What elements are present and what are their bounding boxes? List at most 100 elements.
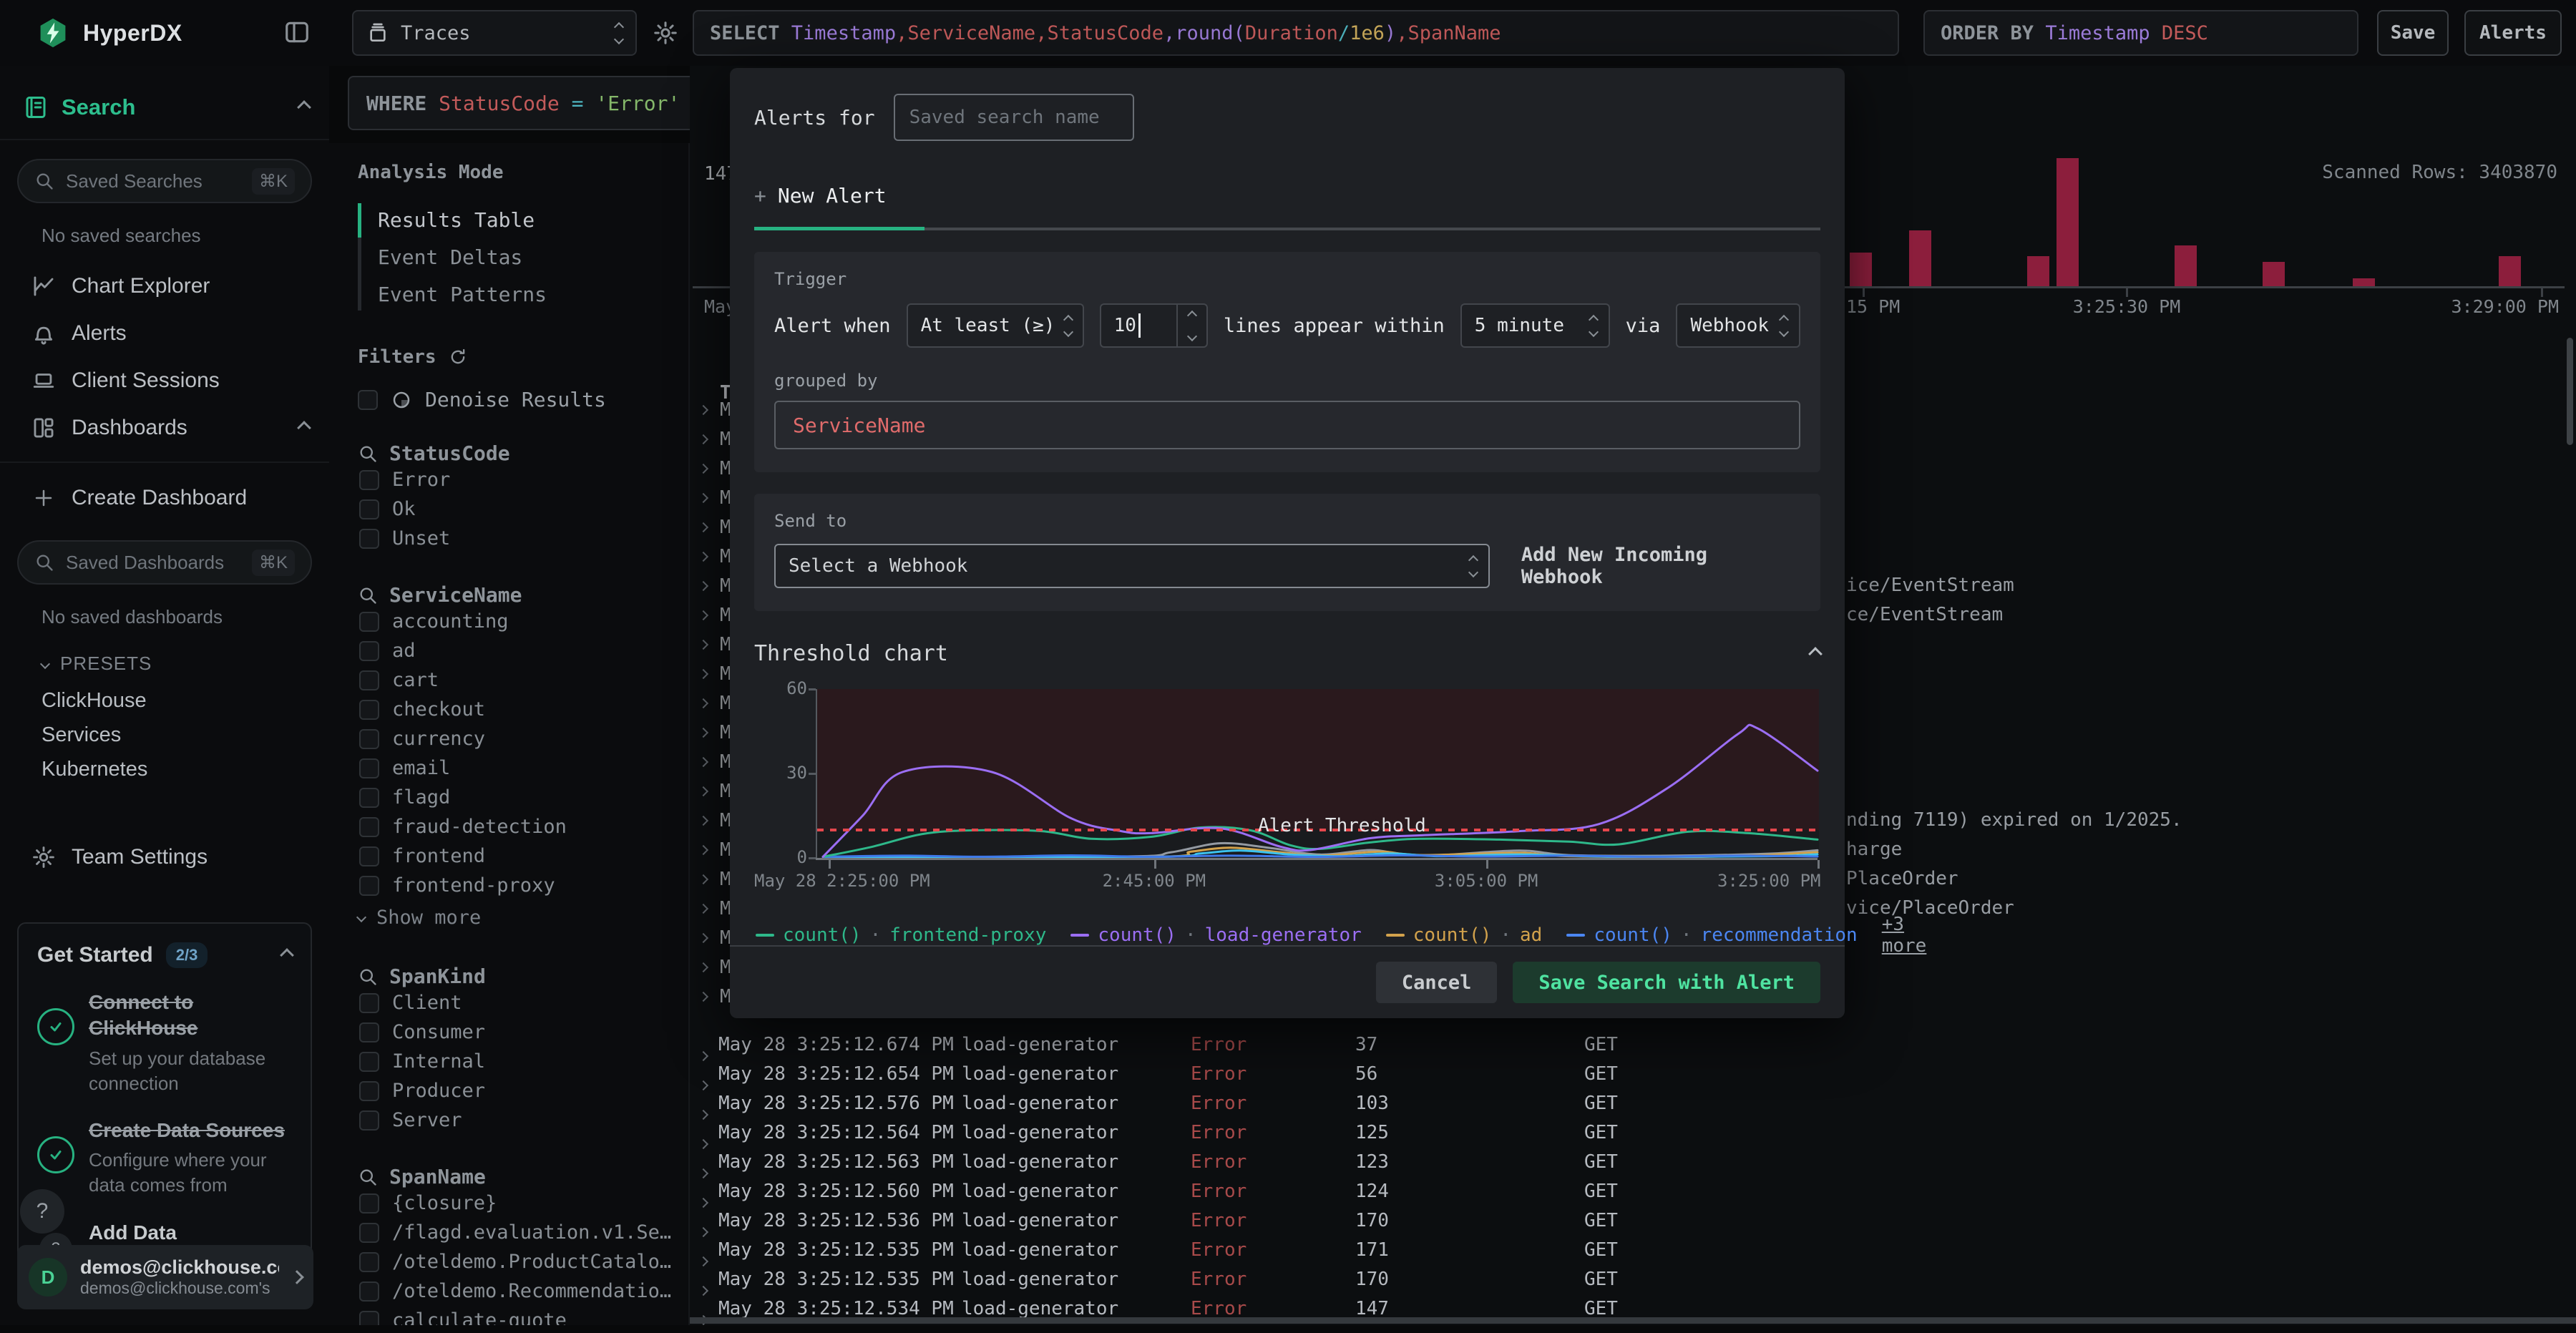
stepper-down[interactable]: [1178, 326, 1206, 346]
preset-services[interactable]: Services: [42, 718, 329, 752]
filter-checkbox[interactable]: [359, 1310, 379, 1325]
filter-checkbox[interactable]: [359, 758, 379, 778]
saved-searches-field[interactable]: [64, 169, 242, 193]
table-row-sliver[interactable]: M: [690, 982, 731, 1011]
help-button[interactable]: ?: [20, 1189, 64, 1234]
save-search-with-alert-button[interactable]: Save Search with Alert: [1513, 962, 1820, 1003]
filter-option-label[interactable]: Unset: [392, 527, 450, 550]
table-row-sliver[interactable]: M: [690, 923, 731, 952]
table-row-sliver[interactable]: M: [690, 395, 731, 424]
filter-option-label[interactable]: Client: [392, 992, 462, 1014]
search-icon[interactable]: [358, 967, 378, 987]
condition-select[interactable]: At least (≥): [906, 303, 1084, 348]
table-row-sliver[interactable]: M: [690, 659, 731, 688]
horizontal-scrollbar[interactable]: [690, 1317, 2576, 1324]
filter-checkbox[interactable]: [359, 728, 379, 749]
filter-option-label[interactable]: Consumer: [392, 1021, 485, 1043]
table-row-sliver[interactable]: M: [690, 894, 731, 923]
filter-option-label[interactable]: Error: [392, 469, 450, 491]
filter-checkbox[interactable]: [359, 1193, 379, 1214]
preset-clickhouse[interactable]: ClickHouse: [42, 683, 329, 718]
filter-option-label[interactable]: checkout: [392, 698, 485, 721]
filter-option-label[interactable]: /flagd.evaluation.v1.Se…: [392, 1221, 671, 1244]
filter-checkbox[interactable]: [359, 499, 379, 519]
filter-option-label[interactable]: Internal: [392, 1050, 485, 1073]
alerts-button[interactable]: Alerts: [2464, 10, 2562, 56]
filter-option-label[interactable]: flagd: [392, 786, 450, 809]
filter-checkbox[interactable]: [359, 1251, 379, 1272]
filter-checkbox[interactable]: [359, 469, 379, 490]
filter-option-label[interactable]: ad: [392, 640, 416, 662]
add-webhook-button[interactable]: Add New Incoming Webhook: [1521, 544, 1800, 588]
preset-kubernetes[interactable]: Kubernetes: [42, 752, 329, 786]
legend-more-button[interactable]: +3 more: [1882, 914, 1927, 957]
table-row[interactable]: May 28 3:25:12.674 PM load-generator Error…: [690, 1030, 2576, 1062]
filter-option-label[interactable]: currency: [392, 728, 485, 750]
sidebar-item-chart-explorer[interactable]: Chart Explorer: [0, 263, 329, 310]
sidebar-item-client-sessions[interactable]: Client Sessions: [0, 357, 329, 404]
order-by-input[interactable]: ORDER BY Timestamp DESC: [1923, 10, 2358, 56]
table-row-sliver[interactable]: M: [690, 747, 731, 776]
mode-event-deltas[interactable]: Event Deltas: [358, 239, 670, 276]
get-started-step-1[interactable]: Connect to ClickHouse Set up your databa…: [37, 990, 292, 1096]
get-started-step-2[interactable]: Create Data Sources Configure where your…: [37, 1118, 292, 1198]
filter-checkbox[interactable]: [359, 640, 379, 661]
filter-checkbox[interactable]: [359, 787, 379, 808]
saved-dashboards-input[interactable]: ⌘K: [17, 540, 312, 585]
table-row-sliver[interactable]: M: [690, 542, 731, 571]
table-row-sliver[interactable]: M: [690, 835, 731, 864]
search-icon[interactable]: [358, 585, 378, 605]
filter-option-label[interactable]: {closure}: [392, 1192, 497, 1214]
vertical-scrollbar[interactable]: [2567, 338, 2573, 445]
filter-option-label[interactable]: email: [392, 757, 450, 779]
table-row[interactable]: May 28 3:25:12.535 PM load-generator Error…: [690, 1236, 2576, 1267]
webhook-select[interactable]: Select a Webhook: [774, 544, 1490, 588]
table-row-sliver[interactable]: M: [690, 864, 731, 894]
sidebar-section-search[interactable]: Search: [0, 66, 329, 139]
table-row-sliver[interactable]: M: [690, 571, 731, 600]
show-more-button[interactable]: Show more: [356, 900, 670, 934]
sidebar-item-alerts[interactable]: Alerts: [0, 310, 329, 357]
chevron-up-icon[interactable]: [297, 100, 311, 114]
saved-dashboards-field[interactable]: [64, 550, 242, 575]
table-row[interactable]: May 28 3:25:12.654 PM load-generator Error…: [690, 1060, 2576, 1091]
chevron-up-icon[interactable]: [280, 948, 294, 962]
table-row-sliver[interactable]: M: [690, 512, 731, 542]
saved-searches-input[interactable]: ⌘K: [17, 159, 312, 203]
legend-item[interactable]: count() · ad: [1385, 924, 1542, 946]
search-icon[interactable]: [358, 1167, 378, 1187]
table-row[interactable]: May 28 3:25:12.536 PM load-generator Error…: [690, 1206, 2576, 1238]
table-row-sliver[interactable]: M: [690, 718, 731, 747]
filter-checkbox[interactable]: [359, 1022, 379, 1043]
sidebar-toggle-icon[interactable]: [283, 19, 311, 46]
table-row[interactable]: May 28 3:25:12.563 PM load-generator Error…: [690, 1148, 2576, 1179]
table-row[interactable]: May 28 3:25:12.576 PM load-generator Error…: [690, 1089, 2576, 1120]
window-select[interactable]: 5 minute: [1460, 303, 1610, 348]
saved-search-name-input[interactable]: [893, 94, 1134, 141]
table-row-sliver[interactable]: M: [690, 776, 731, 806]
table-row-sliver[interactable]: M: [690, 600, 731, 630]
table-row-sliver[interactable]: M: [690, 424, 731, 454]
filter-option-label[interactable]: /oteldemo.Recommendatio…: [392, 1280, 671, 1302]
team-settings-button[interactable]: Team Settings: [0, 834, 329, 881]
filter-option-label[interactable]: accounting: [392, 610, 509, 633]
filter-option-label[interactable]: calculate-quote: [392, 1309, 567, 1325]
filter-option-label[interactable]: frontend-proxy: [392, 874, 555, 897]
legend-item[interactable]: count() · frontend-proxy: [756, 924, 1046, 946]
filter-option-label[interactable]: Ok: [392, 498, 416, 520]
filter-option-label[interactable]: frontend: [392, 845, 485, 867]
filter-option-label[interactable]: cart: [392, 669, 439, 691]
presets-toggle[interactable]: PRESETS: [39, 653, 329, 675]
table-row[interactable]: May 28 3:25:12.564 PM load-generator Error…: [690, 1118, 2576, 1150]
mode-results-table[interactable]: Results Table: [358, 202, 670, 239]
legend-item[interactable]: count() · load-generator: [1070, 924, 1362, 946]
filter-checkbox[interactable]: [359, 1281, 379, 1302]
filter-checkbox[interactable]: [359, 1080, 379, 1101]
search-icon[interactable]: [358, 444, 378, 464]
settings-gear-icon[interactable]: [653, 20, 678, 46]
filter-checkbox[interactable]: [359, 1110, 379, 1131]
table-row-sliver[interactable]: M: [690, 806, 731, 835]
legend-item[interactable]: count() · recommendation: [1566, 924, 1858, 946]
mode-event-patterns[interactable]: Event Patterns: [358, 276, 670, 313]
channel-select[interactable]: Webhook: [1676, 303, 1800, 348]
